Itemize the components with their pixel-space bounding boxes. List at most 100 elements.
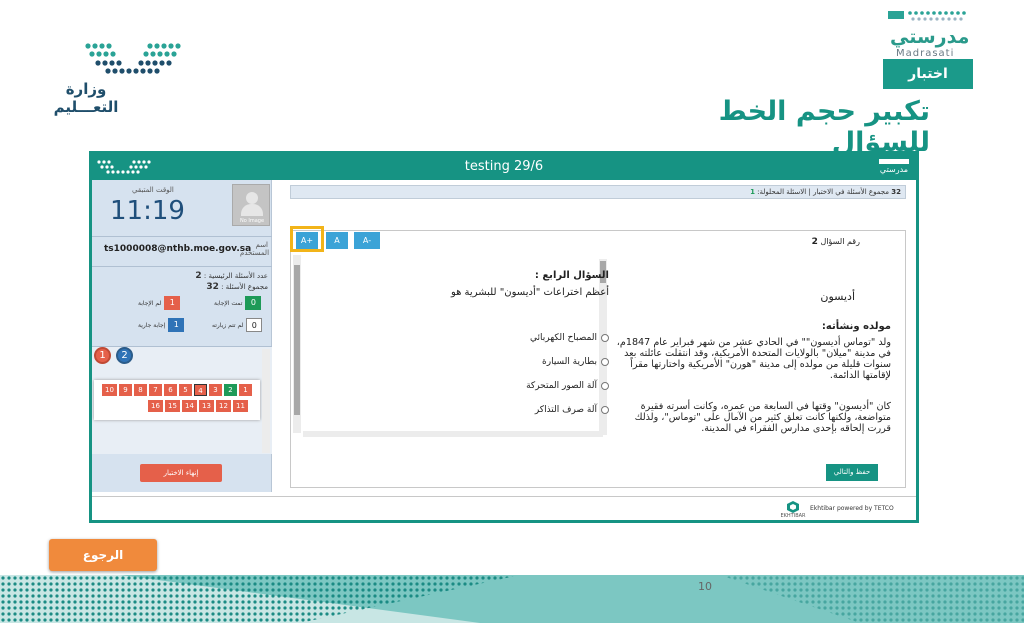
passage-paragraph-2: كان "أديسون" وقتها في السابعة من عمره، و…	[634, 401, 891, 434]
timer-box: No Image الوقت المتبقي 11:19	[92, 180, 272, 230]
end-exam-button[interactable]: إنهاء الاختبار	[140, 464, 222, 482]
legend-not-visited: لم تتم زيارته 0	[212, 318, 263, 332]
legend-in-progress-count: 1	[168, 318, 185, 332]
user-box: اسم المستخدم ts1000008@nthb.moe.gov.sa	[92, 236, 272, 264]
passage-paragraph-3: ...	[613, 449, 891, 453]
question-block: السؤال الرابع : أعظم اختراعات "أديسون" ل…	[419, 253, 609, 433]
legend-in-progress-label: إجابة جارية	[138, 321, 166, 329]
question-number[interactable]: 7	[149, 384, 162, 396]
avatar-head	[246, 192, 258, 204]
answer-option[interactable]: بطارية السيارة	[542, 357, 609, 367]
question-panel: 32 مجموع الأسئلة في الاختبار | الاسئلة ا…	[274, 180, 916, 492]
user-name: ts1000008@nthb.moe.gov.sa	[104, 244, 252, 254]
total-questions-count: مجموع الأسئلة : 32	[206, 282, 268, 292]
exam-window: testing 29/6 مدرستي No Image الوقت المتب…	[89, 151, 919, 523]
group-circle-2[interactable]: 2	[116, 347, 133, 364]
madrasati-arabic: مدرستي	[890, 26, 970, 48]
question-number[interactable]: 16	[148, 400, 163, 412]
section-label: اختبار	[883, 59, 973, 89]
page-number: 10	[698, 580, 712, 593]
question-text: أعظم اختراعات "أديسون" للبشرية هو	[450, 287, 609, 298]
question-scroll-thumb[interactable]	[294, 265, 300, 415]
timer-label: الوقت المتبقي	[132, 186, 174, 194]
back-button[interactable]: الرجوع	[49, 539, 157, 571]
decorative-band	[0, 575, 1024, 623]
question-number-value: 2	[811, 237, 818, 247]
horizontal-scrollbar[interactable]	[303, 431, 603, 437]
avatar: No Image	[232, 184, 270, 226]
question-number[interactable]: 4	[194, 384, 207, 396]
question-number[interactable]: 12	[216, 400, 231, 412]
madrasati-mini-logo: مدرستي	[876, 157, 912, 177]
timer-value: 11:19	[110, 196, 185, 226]
ministry-dots-icon	[85, 43, 181, 74]
legend-unanswered: لم الإجابة 1	[138, 296, 181, 310]
legend-answered-count: 0	[245, 296, 262, 310]
legend-unanswered-label: لم الإجابة	[138, 299, 162, 307]
question-number[interactable]: 3	[209, 384, 222, 396]
radio-icon[interactable]	[601, 334, 609, 342]
main-questions-label: عدد الأسئلة الرئيسية :	[203, 272, 268, 280]
madrasati-english: Madrasati	[896, 48, 955, 59]
save-next-button[interactable]: حفظ والتالي	[826, 464, 878, 481]
question-number[interactable]: 14	[182, 400, 197, 412]
exam-title: testing 29/6	[464, 159, 544, 174]
solved-questions-text: الاسئلة المحلولة	[759, 188, 807, 196]
total-questions-number: 32	[891, 188, 901, 196]
highlight-frame	[290, 226, 324, 252]
passage-paragraph-1: ولد "توماس أديسون"" في الحادي عشر من شهر…	[616, 337, 891, 381]
font-decrease-button[interactable]: A-	[354, 232, 380, 249]
question-number[interactable]: 9	[119, 384, 132, 396]
madrasati-mini-text: مدرستي	[879, 165, 909, 174]
radio-icon[interactable]	[601, 382, 609, 390]
legend-in-progress: إجابة جارية 1	[138, 318, 185, 332]
font-size-toolbar: A+ A A- 2 رقم السؤال	[290, 226, 906, 252]
legend-not-visited-label: لم تتم زيارته	[212, 321, 244, 329]
question-number[interactable]: 15	[165, 400, 180, 412]
answer-option[interactable]: آلة صرف التذاكر	[535, 405, 609, 415]
legend-not-visited-count: 0	[246, 318, 263, 332]
total-questions-label: مجموع الأسئلة :	[221, 283, 268, 291]
ministry-name: وزارة التعـــليم	[53, 80, 119, 116]
total-questions-value: 32	[206, 282, 219, 292]
option-label: بطارية السيارة	[542, 357, 597, 367]
passage-subtitle: مولده ونشأته:	[821, 321, 891, 332]
footer-text: Ekhtibar powered by TETCO	[810, 505, 894, 512]
question-scrollbar[interactable]	[293, 255, 301, 433]
radio-icon[interactable]	[601, 406, 609, 414]
answer-option[interactable]: آلة الصور المتحركة	[526, 381, 609, 391]
question-number[interactable]: 8	[134, 384, 147, 396]
main-questions-count: عدد الأسئلة الرئيسية : 2	[195, 271, 268, 281]
summary-bar: 32 مجموع الأسئلة في الاختبار | الاسئلة ا…	[290, 185, 906, 199]
question-heading: السؤال الرابع :	[534, 270, 609, 281]
question-number[interactable]: 11	[233, 400, 248, 412]
question-number[interactable]: 6	[164, 384, 177, 396]
navigator-scrollbar[interactable]	[262, 349, 270, 453]
answer-option[interactable]: المصباح الكهربائي	[530, 333, 609, 343]
question-number[interactable]: 10	[102, 384, 117, 396]
question-navigator: 1 2 1 2 3 4 5 6 7 8 9 10 11 12 13 14 15 …	[92, 346, 272, 454]
font-reset-button[interactable]: A	[326, 232, 348, 249]
ekhtibar-logo-text: EKHTIBAR	[780, 513, 806, 519]
radio-icon[interactable]	[601, 358, 609, 366]
ekhtibar-icon	[787, 501, 799, 513]
question-number[interactable]: 13	[199, 400, 214, 412]
legend-answered-label: تمت الإجابة	[214, 299, 243, 307]
ekhtibar-logo: EKHTIBAR	[778, 501, 808, 519]
avatar-body	[241, 204, 263, 216]
question-number[interactable]: 2	[224, 384, 237, 396]
question-number[interactable]: 5	[179, 384, 192, 396]
group-circle-1[interactable]: 1	[94, 347, 111, 364]
solved-questions-number: 1	[750, 188, 755, 196]
question-number[interactable]: 1	[239, 384, 252, 396]
madrasati-logo: مدرستي Madrasati	[886, 10, 976, 59]
passage-title: أديسون	[820, 290, 855, 303]
question-content: أديسون مولده ونشأته: ولد "توماس أديسون""…	[290, 230, 906, 488]
exam-footer: EKHTIBAR Ekhtibar powered by TETCO	[92, 496, 916, 520]
ministry-logo: وزارة التعـــليم	[36, 40, 181, 116]
legend-answered: تمت الإجابة 0	[214, 296, 262, 310]
slide: وزارة التعـــليم مدرستي Madrasati اختبار…	[0, 0, 1024, 630]
option-label: المصباح الكهربائي	[530, 333, 597, 343]
question-number-grid: 1 2 3 4 5 6 7 8 9 10 11 12 13 14 15 16	[94, 380, 260, 420]
question-number-indicator: 2 رقم السؤال	[812, 237, 860, 247]
